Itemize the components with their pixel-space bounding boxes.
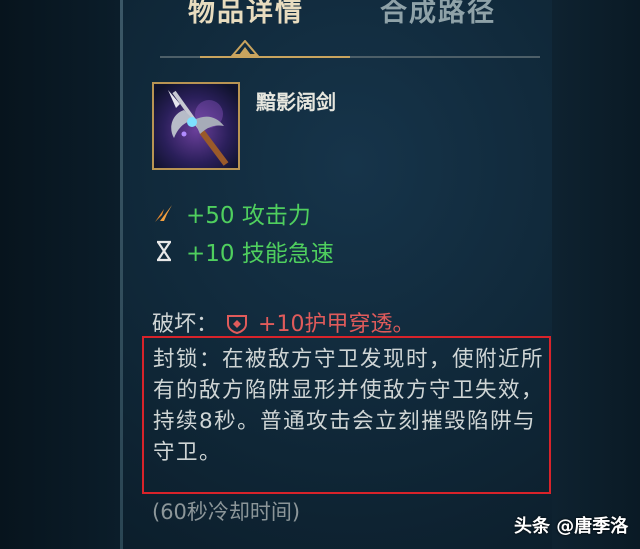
- active-tab-underline: [200, 56, 350, 58]
- left-panel: [0, 0, 120, 549]
- attack-damage-icon: [155, 205, 172, 222]
- passive-break-value: +10护甲穿透。: [258, 312, 415, 337]
- lethality-sword-icon: [154, 84, 238, 168]
- stat-ability-haste: +10 技能急速: [152, 234, 334, 268]
- active-tab-marker-icon: [230, 40, 260, 56]
- passive-seal-description: 封锁：在被敌方守卫发现时，使附近所有的敌方陷阱显形并使敌方守卫失效，持续8秒。普…: [153, 347, 545, 465]
- stat-ability-haste-text: +10 技能急速: [186, 241, 334, 267]
- tab-recipe-path[interactable]: 合成路径: [380, 0, 496, 29]
- item-icon[interactable]: [152, 82, 240, 170]
- panel-divider: [120, 0, 123, 549]
- stat-attack-damage-text: +50 攻击力: [186, 203, 311, 229]
- cooldown-text: (60秒冷却时间): [152, 500, 301, 524]
- tab-underline: [160, 56, 540, 58]
- item-name: 黯影阔剑: [256, 90, 336, 114]
- tab-item-details[interactable]: 物品详情: [188, 0, 304, 29]
- armor-penetration-icon: [227, 315, 248, 334]
- right-panel: [552, 0, 640, 549]
- watermark: 头条 @唐季洛: [514, 516, 629, 537]
- passive-break: 破坏： +10护甲穿透。: [152, 306, 414, 338]
- passive-break-label: 破坏：: [152, 312, 219, 337]
- stat-attack-damage: +50 攻击力: [152, 196, 311, 230]
- ability-haste-icon: [157, 240, 171, 262]
